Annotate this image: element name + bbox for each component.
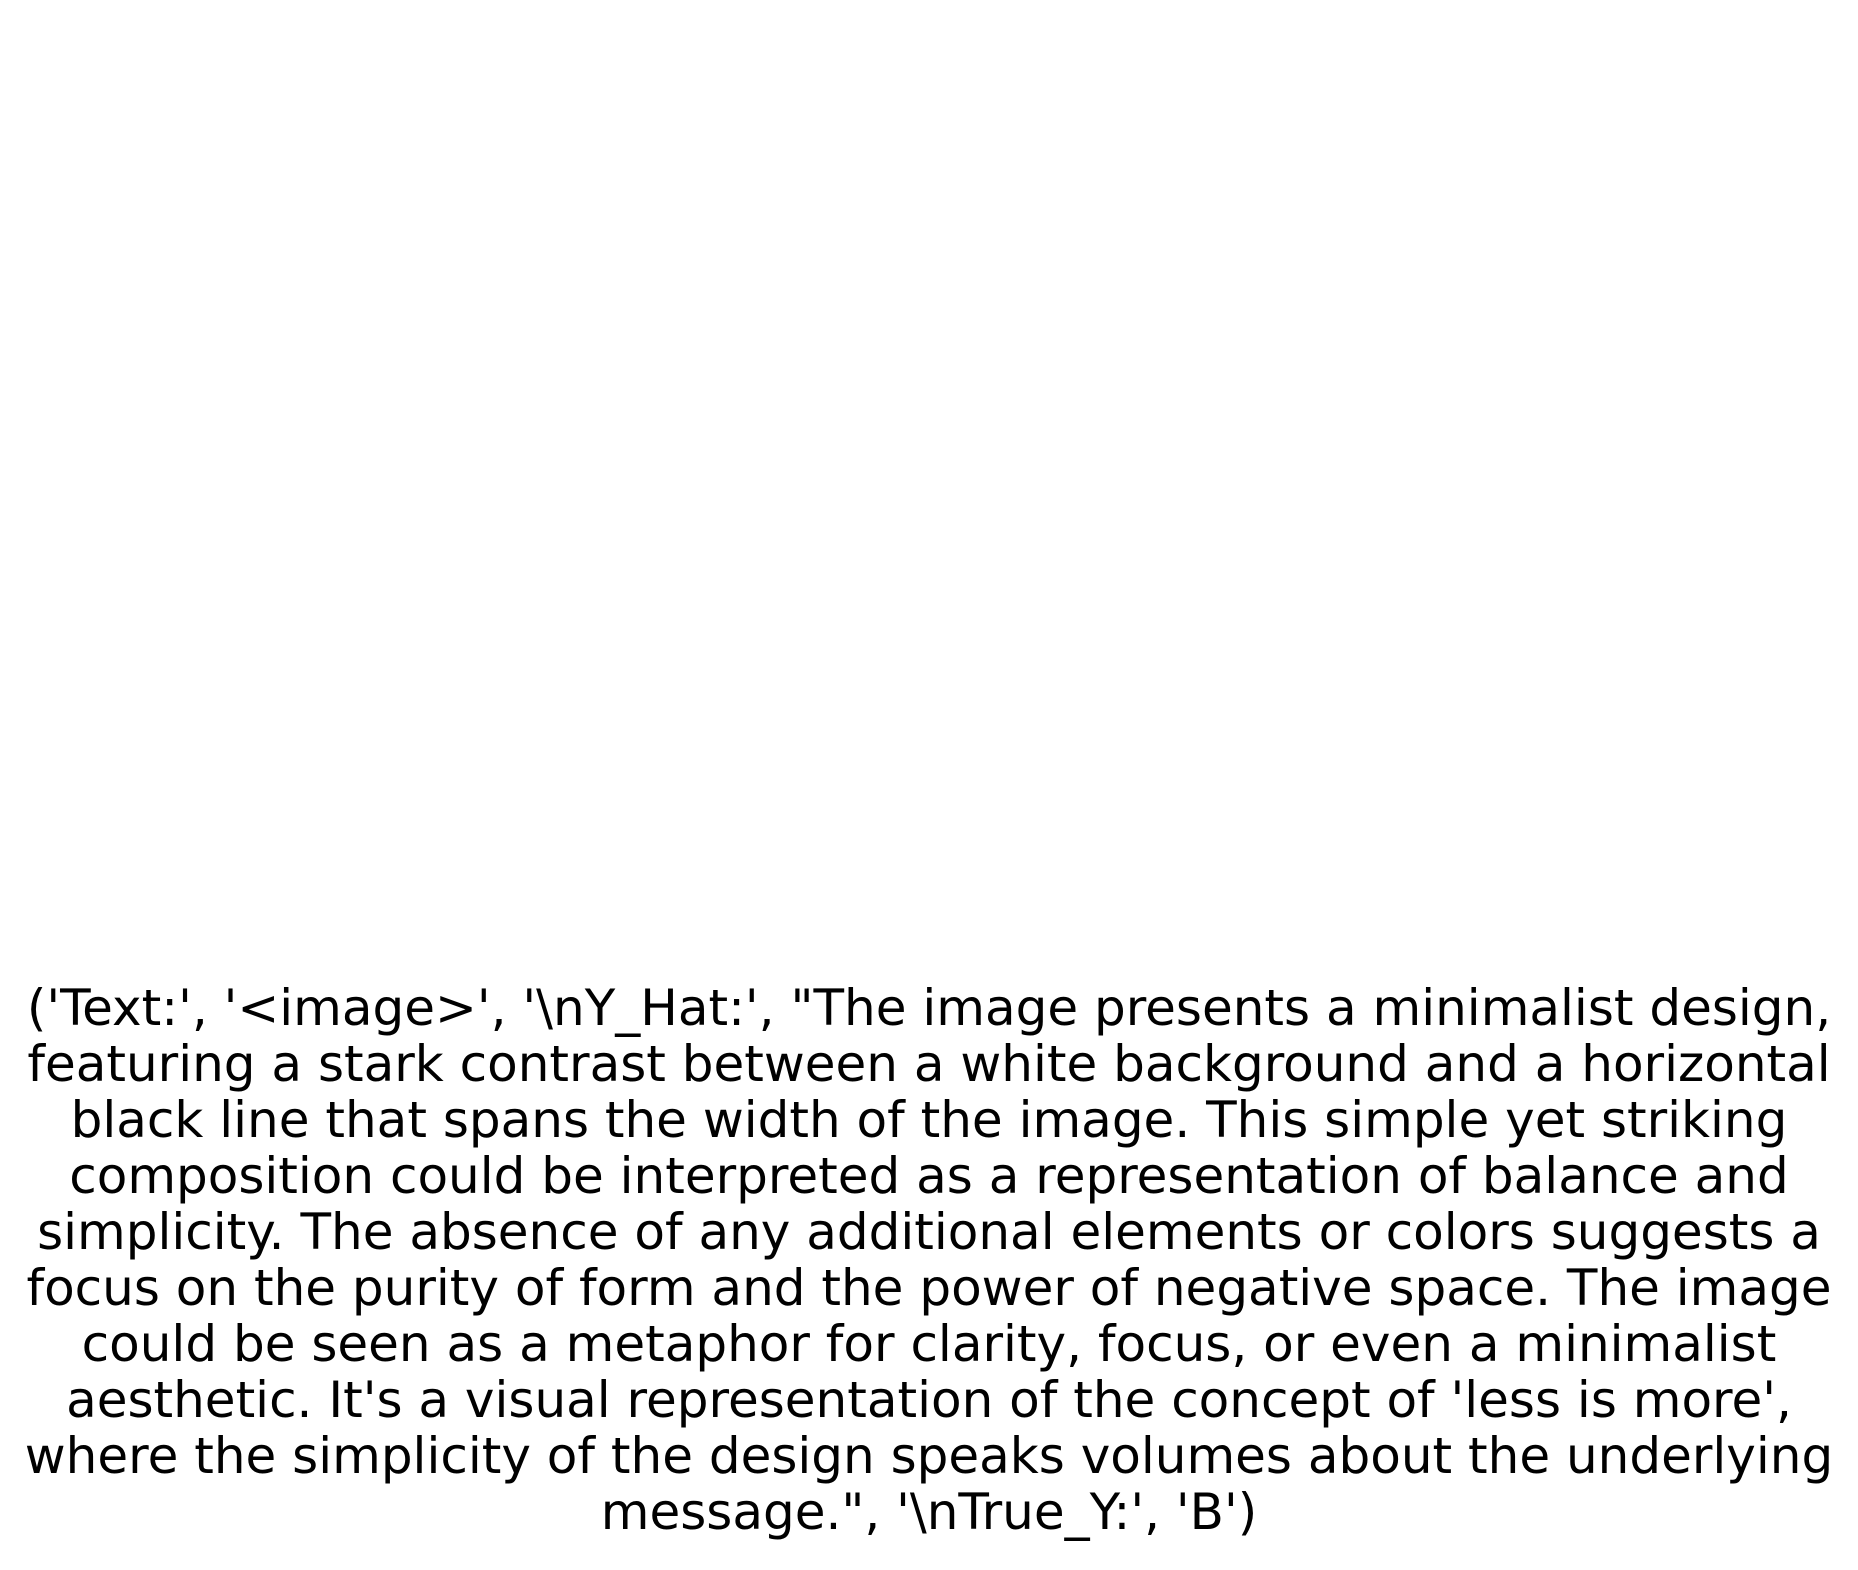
caption-line: simplicity. The absence of any additiona…	[37, 1203, 1821, 1261]
caption-line: black line that spans the width of the i…	[70, 1091, 1788, 1149]
caption-line: where the simplicity of the design speak…	[24, 1427, 1834, 1485]
caption-line: could be seen as a metaphor for clarity,…	[81, 1315, 1777, 1373]
caption-text: ('Text:', '<image>', '\nY_Hat:', "The im…	[0, 980, 1858, 1540]
caption-line: composition could be interpreted as a re…	[69, 1147, 1789, 1205]
page: ('Text:', '<image>', '\nY_Hat:', "The im…	[0, 0, 1858, 1570]
caption-line: ('Text:', '<image>', '\nY_Hat:', "The im…	[26, 979, 1832, 1037]
caption-line: aesthetic. It's a visual representation …	[66, 1371, 1792, 1429]
caption-line: featuring a stark contrast between a whi…	[27, 1035, 1831, 1093]
caption-line: focus on the purity of form and the powe…	[26, 1259, 1832, 1317]
caption-line: message.", '\nTrue_Y:', 'B')	[600, 1483, 1258, 1541]
